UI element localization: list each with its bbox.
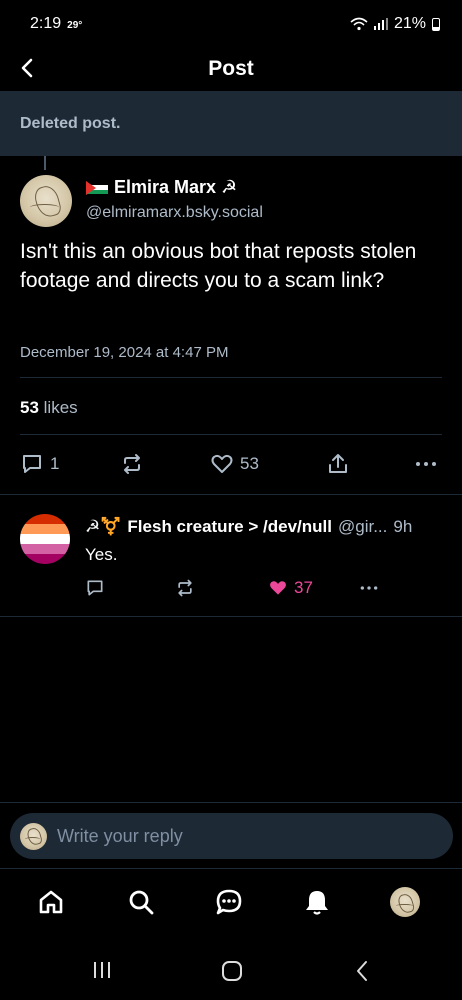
nav-home[interactable] — [34, 885, 68, 919]
battery-percentage: 21% — [393, 15, 426, 32]
post-actions: 1 53 — [0, 450, 462, 480]
like-button[interactable]: 37 — [268, 578, 313, 598]
signal-icon — [373, 18, 388, 30]
system-navigation-bar — [0, 940, 462, 1000]
search-icon — [129, 890, 154, 915]
heart-filled-icon — [270, 581, 286, 595]
post-date: December 19, 2024 at 4:47 PM — [20, 344, 229, 361]
chat-icon — [216, 889, 242, 915]
share-icon — [329, 454, 347, 473]
reply-author-avatar[interactable] — [20, 514, 70, 564]
reply-like-count: 37 — [294, 578, 313, 597]
reply-time: 9h — [393, 517, 413, 536]
reply-author-name[interactable]: Flesh creature > /dev/null — [127, 517, 332, 537]
palestine-flag-icon — [86, 180, 108, 195]
profile-avatar — [390, 887, 420, 917]
battery-icon — [432, 17, 440, 31]
author-handle[interactable]: @elmiramarx.bsky.social — [86, 204, 263, 222]
author-name: Elmira Marx ☭ — [114, 177, 238, 197]
share-button[interactable] — [326, 452, 350, 476]
heart-icon — [211, 454, 233, 473]
reply-button[interactable]: 1 — [20, 452, 59, 476]
reply-author-emoji: ☭⚧️ — [85, 517, 122, 536]
divider — [20, 377, 442, 378]
chevron-left-icon[interactable] — [16, 56, 40, 80]
speech-bubble-icon — [23, 455, 41, 473]
divider — [0, 494, 462, 495]
ellipsis-icon — [416, 462, 436, 466]
status-bar: 2:19 29° 21% — [0, 0, 462, 48]
deleted-post-banner: Deleted post. — [0, 91, 462, 156]
ellipsis-icon — [360, 586, 378, 590]
nav-chat[interactable] — [212, 885, 246, 919]
reply-text: Yes. — [85, 545, 118, 564]
repost-arrows-icon — [178, 579, 192, 597]
repost-button[interactable] — [120, 452, 144, 476]
reply-author-handle[interactable]: @gir... — [338, 517, 387, 537]
post-text: Isn't this an obvious bot that reposts s… — [20, 240, 417, 292]
reply-header: ☭⚧️ Flesh creature > /dev/null @gir... 9… — [85, 517, 445, 537]
speech-bubble-icon — [87, 580, 103, 596]
reply-placeholder: Write your reply — [57, 825, 183, 846]
recents-icon[interactable] — [92, 960, 112, 980]
like-button[interactable]: 53 — [210, 452, 259, 476]
home-circle-icon[interactable] — [221, 960, 243, 982]
repost-button[interactable] — [175, 578, 195, 598]
nav-notifications[interactable] — [300, 885, 334, 919]
reply-input[interactable]: Write your reply — [10, 813, 453, 859]
nav-profile[interactable] — [388, 885, 422, 919]
bottom-navigation — [0, 868, 462, 938]
back-chevron-icon[interactable] — [354, 960, 370, 982]
reply-composer-bar: Write your reply — [0, 802, 462, 868]
likes-count: 53 — [20, 398, 39, 417]
reply-actions: 37 — [0, 578, 462, 602]
status-time: 2:19 — [30, 15, 62, 32]
divider — [20, 434, 442, 435]
deleted-post-text: Deleted post. — [20, 114, 121, 132]
status-temperature: 29° — [67, 20, 83, 31]
repost-arrows-icon — [124, 454, 140, 474]
likes-label: likes — [43, 398, 78, 417]
nav-search[interactable] — [124, 885, 158, 919]
author-avatar[interactable] — [20, 175, 72, 227]
author-name-row[interactable]: Elmira Marx ☭ — [86, 177, 237, 198]
wifi-icon — [350, 17, 368, 31]
home-icon — [39, 890, 63, 914]
bell-icon — [306, 891, 328, 915]
likes-count-row[interactable]: 53 likes — [20, 398, 78, 418]
more-options-button[interactable] — [358, 578, 380, 598]
current-user-avatar — [20, 822, 47, 850]
reply-count: 1 — [50, 454, 60, 473]
more-options-button[interactable] — [414, 452, 438, 476]
divider — [0, 616, 462, 617]
like-count: 53 — [240, 454, 259, 473]
top-header: Post — [0, 48, 462, 90]
page-title: Post — [208, 57, 254, 80]
reply-button[interactable] — [85, 578, 105, 598]
thread-connector — [44, 156, 46, 170]
